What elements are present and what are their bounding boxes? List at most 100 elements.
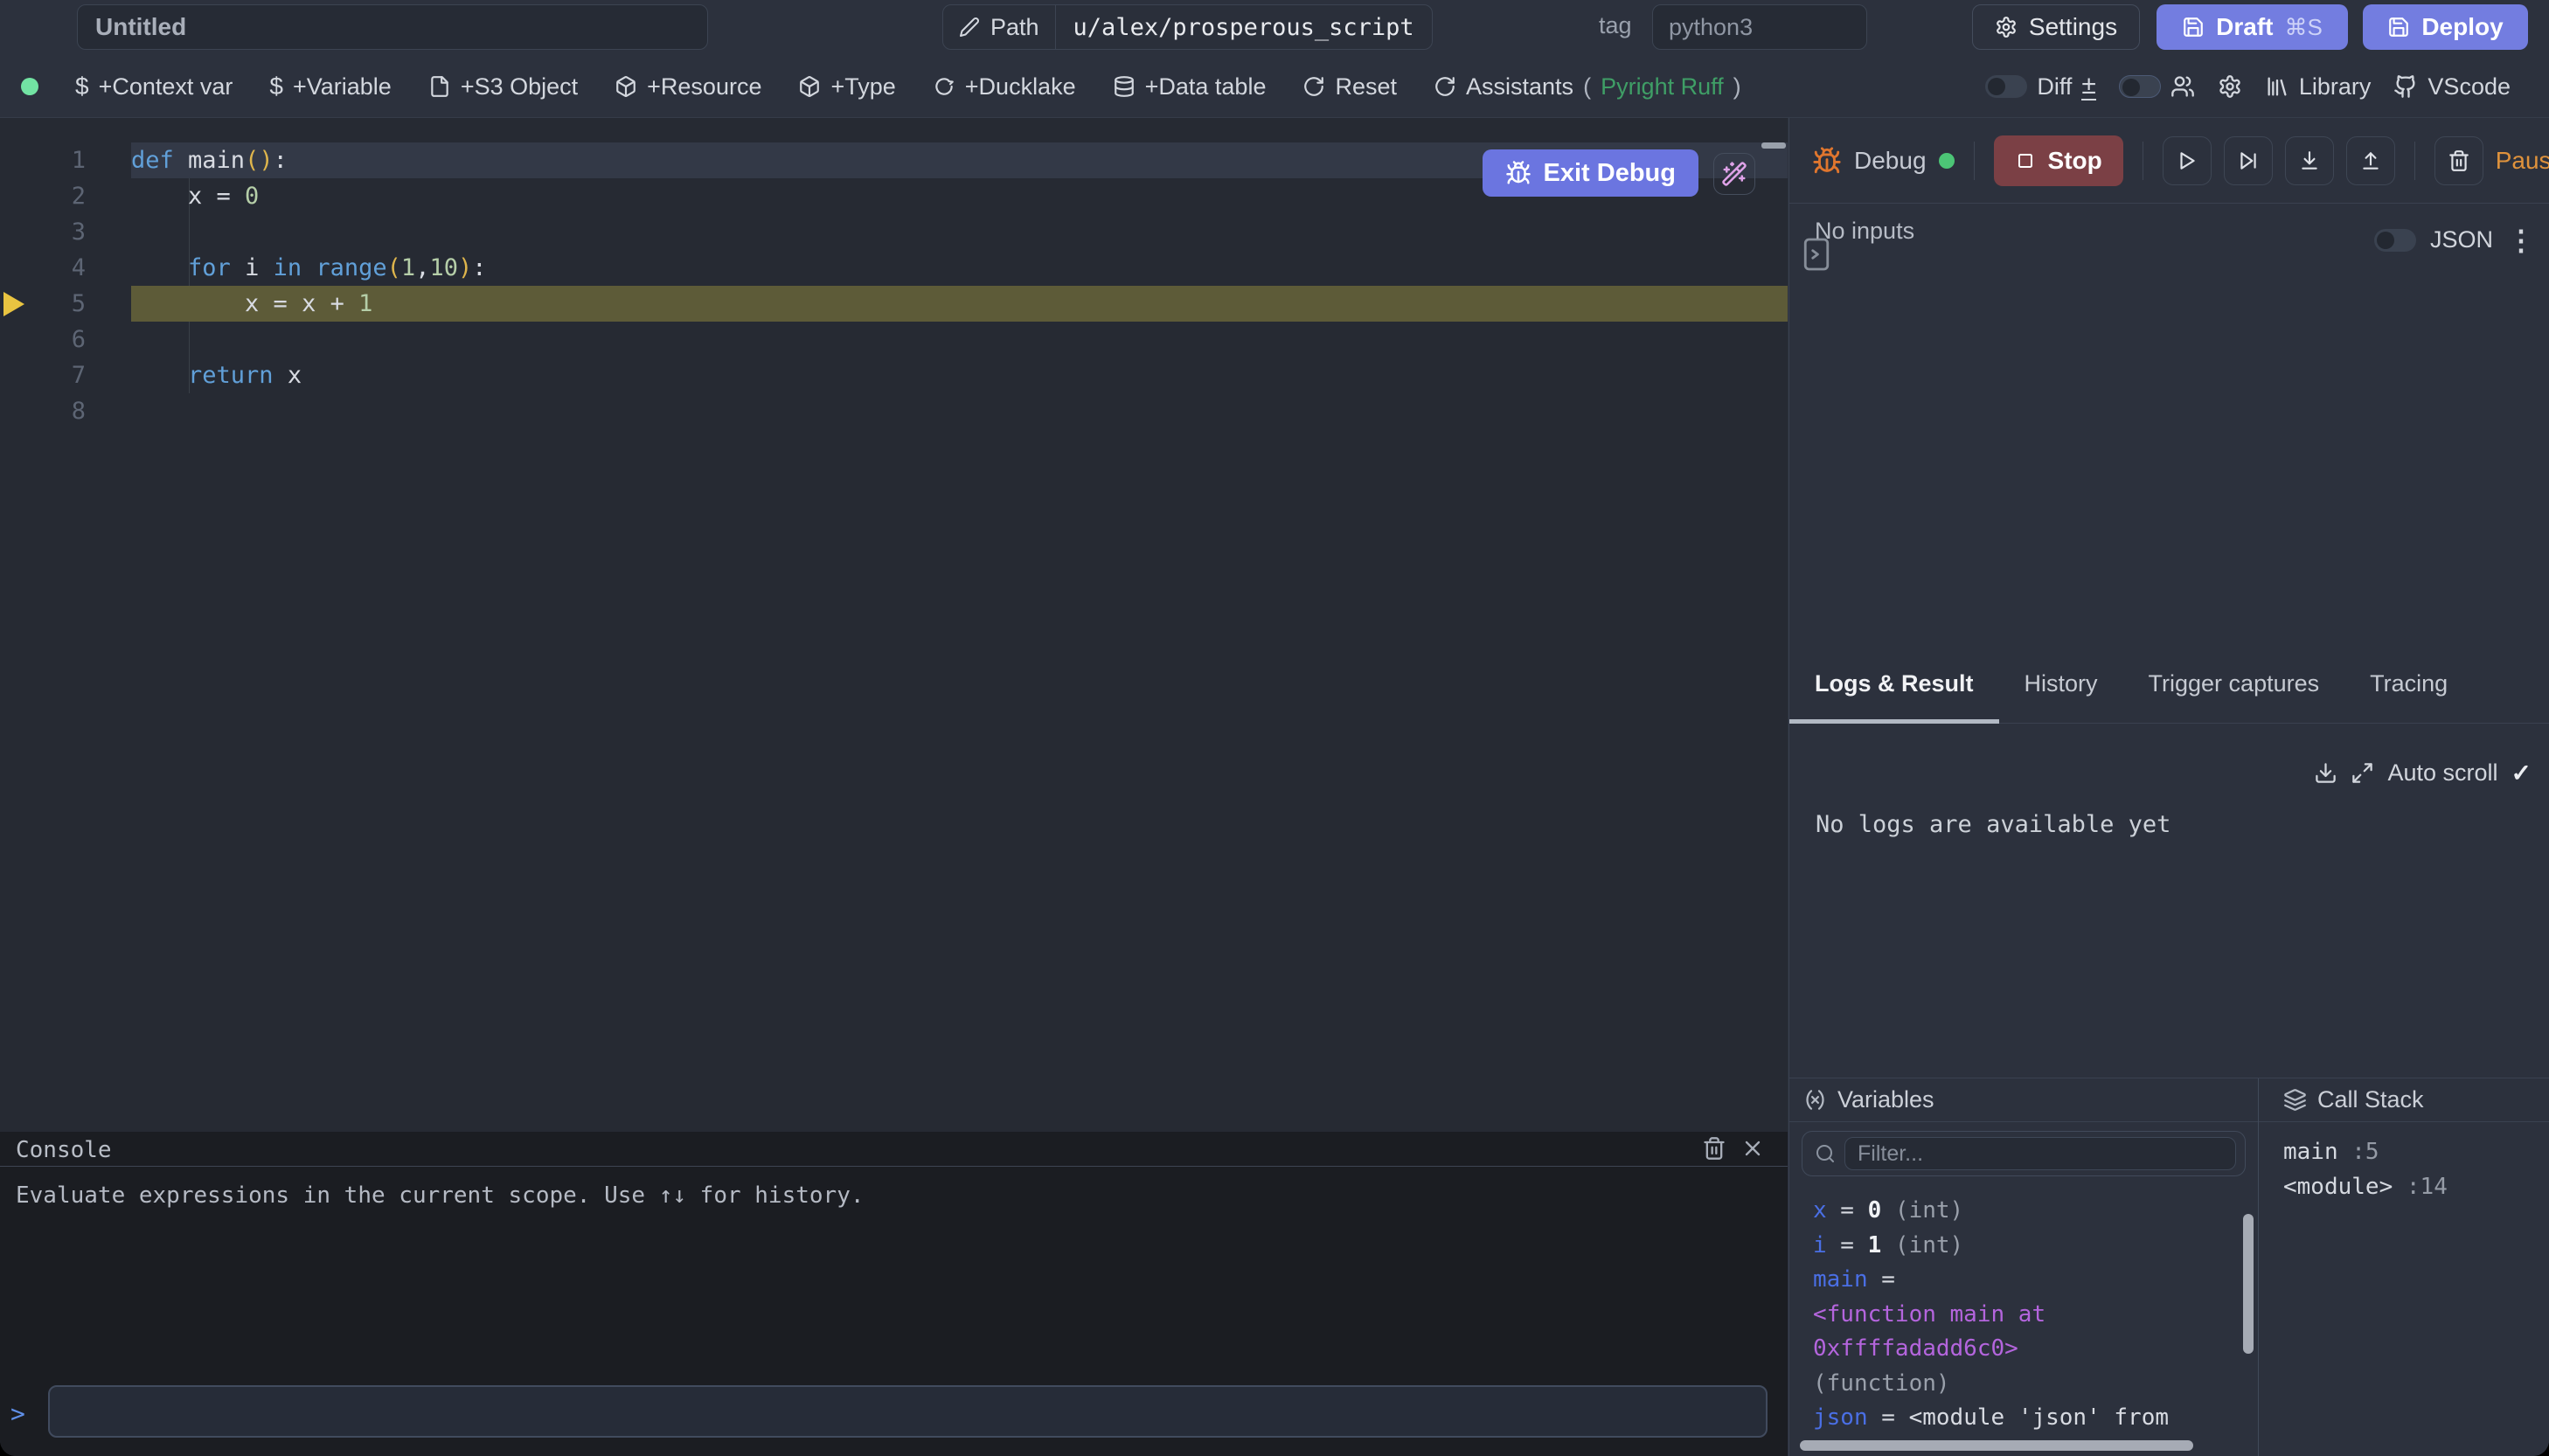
- code-line[interactable]: 7 return x: [0, 357, 1788, 393]
- auto-scroll-label[interactable]: Auto scroll: [2387, 759, 2497, 787]
- separator: [2414, 142, 2415, 180]
- reset-button[interactable]: Reset: [1302, 73, 1397, 101]
- ai-wand-button[interactable]: [1713, 153, 1755, 195]
- diff-toggle[interactable]: [1985, 75, 2027, 98]
- code-text[interactable]: for i in range(1,10):: [131, 250, 1788, 286]
- variable-func: <function main at 0xffffadadd6c0>: [1813, 1298, 2223, 1367]
- variables-title: Variables: [1837, 1086, 1934, 1113]
- line-number[interactable]: 7: [0, 362, 131, 389]
- collab-toggle[interactable]: [2119, 75, 2161, 98]
- kebab-menu-icon[interactable]: ⋮: [2507, 227, 2535, 253]
- stop-square-icon: [2015, 150, 2036, 171]
- logs-controls: Auto scroll ✓: [2314, 759, 2532, 787]
- assistants-label: Assistants: [1466, 73, 1573, 101]
- code-text[interactable]: [131, 393, 1788, 429]
- skip-forward-icon: [2237, 149, 2260, 172]
- add-resource-button[interactable]: +Resource: [615, 73, 761, 101]
- json-toggle[interactable]: [2374, 229, 2416, 252]
- line-number[interactable]: 4: [0, 254, 131, 281]
- line-number[interactable]: 8: [0, 398, 131, 425]
- assistants-button[interactable]: Assistants (Pyright Ruff): [1434, 73, 1741, 101]
- step-into-button[interactable]: [2285, 136, 2334, 185]
- code-line[interactable]: 8: [0, 393, 1788, 429]
- variables-header: Variables: [1789, 1078, 2258, 1122]
- diff-icon[interactable]: ±: [2081, 73, 2095, 101]
- add-s3-object-button[interactable]: +S3 Object: [428, 73, 578, 101]
- download-icon[interactable]: [2314, 761, 2337, 785]
- call-stack-frame[interactable]: <module> :14: [2283, 1169, 2549, 1204]
- wand-icon: [1721, 161, 1747, 187]
- code-text[interactable]: [131, 214, 1788, 250]
- call-stack-title: Call Stack: [2317, 1086, 2424, 1113]
- inputs-area: No inputs JSON ⋮: [1789, 204, 2549, 645]
- variables-filter-input[interactable]: [1844, 1137, 2236, 1170]
- settings-button[interactable]: Settings: [1972, 4, 2140, 50]
- users-icon[interactable]: [2170, 74, 2195, 99]
- editor-settings-gear-icon[interactable]: [2218, 74, 2242, 99]
- continue-button[interactable]: [2163, 136, 2212, 185]
- variable-module: <module 'json' from: [1909, 1401, 2169, 1436]
- console-input[interactable]: [48, 1385, 1768, 1438]
- add-variable-button[interactable]: $ +Variable: [269, 73, 391, 101]
- variable-entry[interactable]: x = 0 (int): [1813, 1194, 2223, 1229]
- check-icon[interactable]: ✓: [2511, 759, 2532, 787]
- code-token: [131, 362, 188, 389]
- line-number[interactable]: 2: [0, 183, 131, 210]
- add-ducklake-label: +Ducklake: [965, 73, 1076, 101]
- tab-logs-result[interactable]: Logs & Result: [1789, 645, 1999, 723]
- tag-input[interactable]: [1652, 4, 1867, 50]
- no-inputs-text: No inputs: [1815, 218, 1914, 245]
- variables-vertical-scrollbar[interactable]: [2243, 1214, 2254, 1354]
- add-data-table-button[interactable]: +Data table: [1113, 73, 1267, 101]
- stop-button[interactable]: Stop: [1994, 135, 2123, 186]
- deploy-button[interactable]: Deploy: [2363, 4, 2528, 50]
- path-group[interactable]: Path u/alex/prosperous_script: [942, 4, 1433, 50]
- tab-trigger-captures[interactable]: Trigger captures: [2123, 645, 2345, 723]
- code-text[interactable]: x = x + 1: [131, 286, 1788, 322]
- code-line[interactable]: 4 for i in range(1,10):: [0, 250, 1788, 286]
- variable-value: 0: [1868, 1197, 1882, 1224]
- code-line[interactable]: 5 x = x + 1: [0, 286, 1788, 322]
- add-context-var-button[interactable]: $ +Context var: [75, 73, 233, 101]
- tab-history[interactable]: History: [1999, 645, 2123, 723]
- variable-entry[interactable]: i = 1 (int): [1813, 1229, 2223, 1264]
- call-stack-frame[interactable]: main :5: [2283, 1134, 2549, 1169]
- exit-debug-button[interactable]: Exit Debug: [1483, 149, 1698, 197]
- refresh-icon: [1434, 75, 1456, 98]
- add-s3-object-label: +S3 Object: [461, 73, 578, 101]
- frame-line: :5: [2338, 1139, 2379, 1165]
- code-editor[interactable]: 1def main():2 x = 034 for i in range(1,1…: [0, 118, 1788, 1132]
- path-value[interactable]: u/alex/prosperous_script: [1056, 14, 1432, 41]
- script-name-input[interactable]: [77, 4, 708, 50]
- line-number[interactable]: 1: [0, 147, 131, 174]
- arrow-down-to-line-icon: [2298, 149, 2321, 172]
- line-number[interactable]: 6: [0, 326, 131, 353]
- console-header: Console: [0, 1132, 1788, 1167]
- draft-button[interactable]: Draft ⌘S: [2157, 4, 2348, 50]
- library-button[interactable]: Library: [2265, 73, 2372, 101]
- clear-button[interactable]: [2434, 136, 2483, 185]
- editor-scrollbar-thumb[interactable]: [1761, 142, 1786, 149]
- code-line[interactable]: 3: [0, 214, 1788, 250]
- tab-tracing[interactable]: Tracing: [2344, 645, 2473, 723]
- code-token: x: [274, 362, 302, 389]
- trash-icon[interactable]: [1702, 1136, 1726, 1165]
- close-icon[interactable]: [1740, 1136, 1765, 1165]
- code-token: (: [387, 254, 401, 281]
- variable-entry[interactable]: json = <module 'json' from: [1813, 1401, 2223, 1436]
- line-number[interactable]: 3: [0, 218, 131, 246]
- code-token: [131, 254, 188, 281]
- package-icon: [798, 75, 821, 98]
- add-ducklake-button[interactable]: +Ducklake: [933, 73, 1076, 101]
- variables-horizontal-scrollbar[interactable]: [1800, 1440, 2193, 1451]
- logs-empty-text: No logs are available yet: [1816, 811, 2170, 838]
- step-over-button[interactable]: [2224, 136, 2273, 185]
- add-type-button[interactable]: +Type: [798, 73, 895, 101]
- expand-icon[interactable]: [2351, 761, 2374, 785]
- code-text[interactable]: return x: [131, 357, 1788, 393]
- code-text[interactable]: [131, 322, 1788, 357]
- vscode-button[interactable]: VScode: [2393, 73, 2511, 101]
- code-line[interactable]: 6: [0, 322, 1788, 357]
- variable-entry[interactable]: main = <function main at 0xffffadadd6c0>…: [1813, 1263, 2223, 1401]
- step-out-button[interactable]: [2346, 136, 2395, 185]
